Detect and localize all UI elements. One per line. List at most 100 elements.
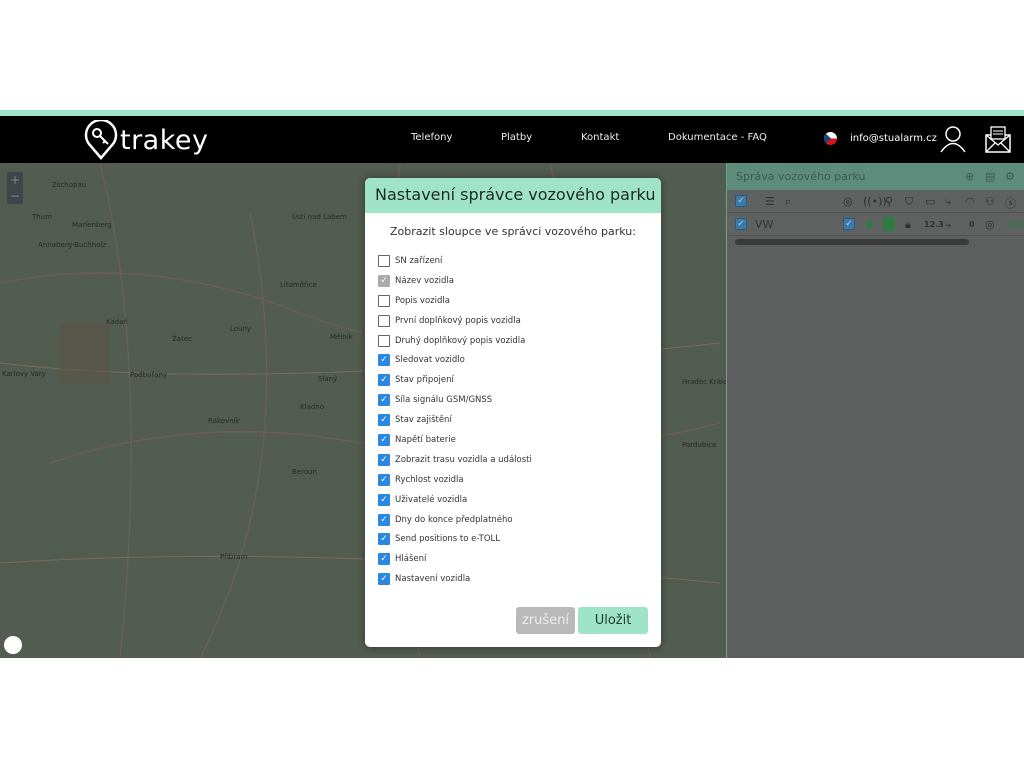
- fleet-panel: Správa vozového parku ⊕ ▤ ⚙ ✓ ☰ ⌕ ◎ ((•)…: [726, 163, 1024, 658]
- gear-icon[interactable]: ⚙: [1005, 170, 1015, 183]
- option-checkbox[interactable]: [378, 294, 390, 307]
- vehicle-checkbox[interactable]: ✓: [735, 218, 747, 230]
- czech-flag-icon[interactable]: [824, 132, 837, 145]
- speed-icon: ◠: [965, 195, 975, 208]
- vehicle-speed: 0: [969, 220, 975, 229]
- signal-bars: [883, 217, 895, 231]
- column-option[interactable]: ✓ Nastavení vozidla: [378, 569, 532, 589]
- dialog-title: Nastavení správce vozového parku: [365, 178, 661, 213]
- column-option[interactable]: ✓ Síla signálu GSM/GNSS: [378, 390, 532, 410]
- option-label: SN zařízení: [395, 255, 443, 266]
- option-checkbox[interactable]: ✓: [378, 513, 390, 526]
- signal-icon: ((•)): [863, 195, 887, 208]
- option-checkbox[interactable]: [378, 254, 390, 267]
- column-option[interactable]: ✓ Rychlost vozidla: [378, 470, 532, 490]
- route-icon[interactable]: ⤷: [945, 218, 951, 232]
- battery-icon: ▭: [925, 195, 936, 208]
- column-option[interactable]: ✓ Sledovat vozidlo: [378, 350, 532, 370]
- mail-icon[interactable]: [985, 125, 1011, 153]
- option-checkbox[interactable]: ✓: [378, 493, 390, 506]
- sort-icon[interactable]: ☰: [765, 195, 775, 208]
- select-all-checkbox[interactable]: ✓: [735, 195, 747, 207]
- battery-voltage: 12.3: [924, 220, 944, 229]
- option-checkbox[interactable]: ✓: [378, 573, 390, 586]
- option-label: Dny do konce předplatného: [395, 514, 513, 525]
- column-option[interactable]: SN zařízení: [378, 251, 532, 271]
- option-checkbox[interactable]: ✓: [378, 533, 390, 546]
- user-circle-icon[interactable]: ◎: [985, 218, 995, 231]
- column-option[interactable]: ✓ Stav připojení: [378, 370, 532, 390]
- track-checkbox[interactable]: ✓: [843, 218, 855, 230]
- option-label: Sledovat vozidlo: [395, 355, 465, 366]
- option-label: Stav připojení: [395, 375, 454, 386]
- option-checkbox[interactable]: [378, 334, 390, 347]
- column-option[interactable]: ✓ Napětí baterie: [378, 430, 532, 450]
- option-checkbox[interactable]: ✓: [378, 374, 390, 387]
- option-label: Síla signálu GSM/GNSS: [395, 395, 493, 406]
- dialog-subtitle: Zobrazit sloupce ve správci vozového par…: [390, 225, 636, 238]
- column-header-row: ✓ ☰ ⌕ ◎ ((•)) ⚲ ⛉ ▭ ⤷ ◠ ⚇ ⓢ: [727, 190, 1024, 213]
- nav-faq[interactable]: Dokumentace - FAQ: [668, 132, 767, 143]
- column-option[interactable]: ✓ Stav zajištění: [378, 410, 532, 430]
- top-header: trakey Telefony Platby Kontakt Dokumenta…: [0, 116, 1024, 163]
- option-checkbox[interactable]: ✓: [378, 433, 390, 446]
- option-label: Nastavení vozidla: [395, 574, 471, 585]
- option-checkbox[interactable]: [378, 314, 390, 327]
- option-checkbox[interactable]: ✓: [378, 453, 390, 466]
- search-icon[interactable]: ⌕: [785, 195, 791, 209]
- connection-status-dot: [866, 221, 873, 228]
- nav-kontakt[interactable]: Kontakt: [581, 132, 619, 143]
- option-checkbox: ✓: [378, 274, 390, 287]
- column-option[interactable]: ✓ Dny do konce předplatného: [378, 510, 532, 530]
- option-label: Hlášení: [395, 554, 427, 565]
- column-option[interactable]: První doplňkový popis vozidla: [378, 311, 532, 331]
- option-checkbox[interactable]: ✓: [378, 414, 390, 427]
- column-option[interactable]: ✓ Zobrazit trasu vozidla a události: [378, 450, 532, 470]
- vehicle-name: VW: [755, 218, 774, 231]
- panel-title: Správa vozového parku: [727, 163, 1024, 190]
- users-icon: ⚇: [985, 195, 995, 208]
- widget-bubble[interactable]: [4, 636, 22, 654]
- option-label: Název vozidla: [395, 275, 455, 286]
- route-icon: ⤷: [945, 195, 952, 208]
- column-option[interactable]: ✓ Hlášení: [378, 549, 532, 569]
- target-icon: ◎: [843, 195, 853, 208]
- export-icon[interactable]: ▤: [985, 170, 995, 183]
- email-link[interactable]: info@stualarm.cz: [850, 133, 937, 144]
- column-option[interactable]: ✓ Send positions to e-TOLL: [378, 529, 532, 549]
- option-checkbox[interactable]: ✓: [378, 394, 390, 407]
- cancel-button[interactable]: zrušení: [516, 607, 575, 634]
- satellite-icon: ⚲: [885, 195, 894, 208]
- add-icon[interactable]: ⊕: [965, 170, 974, 183]
- subscription-days: 231: [1007, 220, 1024, 229]
- column-option[interactable]: Druhý doplňkový popis vozidla: [378, 331, 532, 351]
- option-label: Napětí baterie: [395, 434, 456, 445]
- key-pin-icon: [84, 120, 118, 160]
- fleet-settings-dialog: Nastavení správce vozového parku Zobrazi…: [365, 178, 661, 647]
- column-options: SN zařízení ✓ Název vozidla Popis vozidla Pr…: [378, 251, 532, 589]
- option-checkbox[interactable]: ✓: [378, 354, 390, 367]
- column-option[interactable]: ✓ Název vozidla: [378, 271, 532, 291]
- column-option[interactable]: ✓ Uživatelé vozidla: [378, 490, 532, 510]
- column-option[interactable]: Popis vozidla: [378, 291, 532, 311]
- option-label: Stav zajištění: [395, 415, 452, 426]
- option-label: Popis vozidla: [395, 295, 450, 306]
- nav-telefony[interactable]: Telefony: [411, 132, 452, 143]
- shield-icon: ⛉: [905, 195, 914, 208]
- option-checkbox[interactable]: ✓: [378, 473, 390, 486]
- horizontal-scrollbar[interactable]: [735, 239, 969, 245]
- save-button[interactable]: Uložit: [578, 607, 648, 634]
- option-label: Send positions to e-TOLL: [395, 534, 501, 545]
- nav-platby[interactable]: Platby: [501, 132, 532, 143]
- days-icon: ⓢ: [1005, 197, 1016, 210]
- option-label: Zobrazit trasu vozidla a události: [395, 454, 532, 465]
- option-label: Rychlost vozidla: [395, 474, 464, 485]
- option-label: První doplňkový popis vozidla: [395, 315, 521, 326]
- option-checkbox[interactable]: ✓: [378, 553, 390, 566]
- lock-icon: 🔒︎: [905, 218, 911, 231]
- option-label: Druhý doplňkový popis vozidla: [395, 335, 526, 346]
- vehicle-row[interactable]: ✓ VW ✓ 🔒︎ 12.3 ⤷ 0 ◎ 231: [727, 213, 1024, 236]
- option-label: Uživatelé vozidla: [395, 494, 468, 505]
- user-icon[interactable]: [940, 125, 966, 153]
- logo[interactable]: trakey: [84, 120, 209, 160]
